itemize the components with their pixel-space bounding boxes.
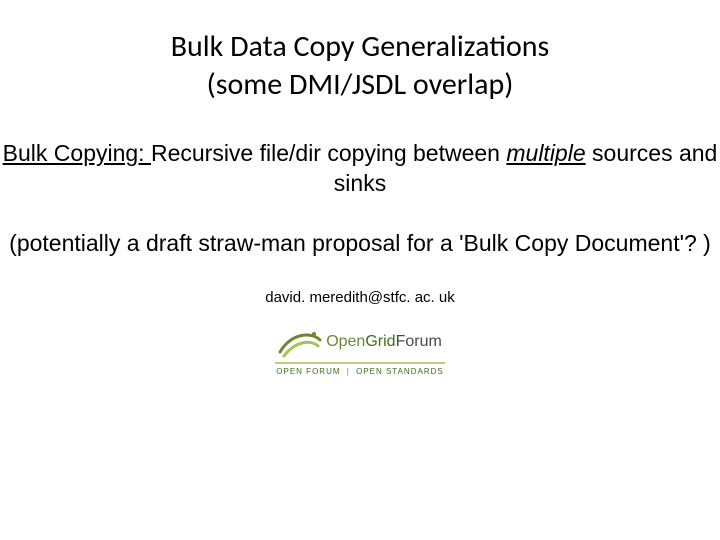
author-email: david. meredith@stfc. ac. uk: [0, 289, 720, 306]
logo-tagline-left: OPEN FORUM: [276, 367, 340, 376]
slide-title: Bulk Data Copy Generalizations (some DMI…: [0, 28, 720, 103]
logo-swoosh-icon: [278, 326, 322, 358]
slide: Bulk Data Copy Generalizations (some DMI…: [0, 0, 720, 540]
subtitle-span-1: Recursive file/dir copying between: [151, 140, 506, 166]
subtitle-1: Bulk Copying: Recursive file/dir copying…: [0, 139, 720, 199]
subtitle-multiple: multiple: [506, 140, 585, 166]
title-line-1: Bulk Data Copy Generalizations: [0, 28, 720, 66]
subtitle-2: (potentially a draft straw-man proposal …: [0, 229, 720, 259]
logo-tagline: OPEN FORUM | OPEN STANDARDS: [275, 367, 445, 376]
logo-top-row: OpenGridForum: [275, 326, 445, 358]
open-grid-forum-logo: OpenGridForum OPEN FORUM | OPEN STANDARD…: [275, 326, 445, 376]
subtitle-prefix: Bulk Copying:: [3, 140, 151, 166]
logo-word-forum: Forum: [396, 333, 442, 350]
logo-wordmark: OpenGridForum: [326, 333, 442, 351]
logo-tagline-sep: |: [344, 367, 353, 376]
logo-word-grid: Grid: [365, 333, 395, 350]
title-line-2: (some DMI/JSDL overlap): [0, 66, 720, 104]
logo-container: OpenGridForum OPEN FORUM | OPEN STANDARD…: [0, 326, 720, 379]
logo-tagline-right: OPEN STANDARDS: [356, 367, 444, 376]
logo-divider: [275, 362, 445, 364]
logo-word-open: Open: [326, 333, 365, 350]
